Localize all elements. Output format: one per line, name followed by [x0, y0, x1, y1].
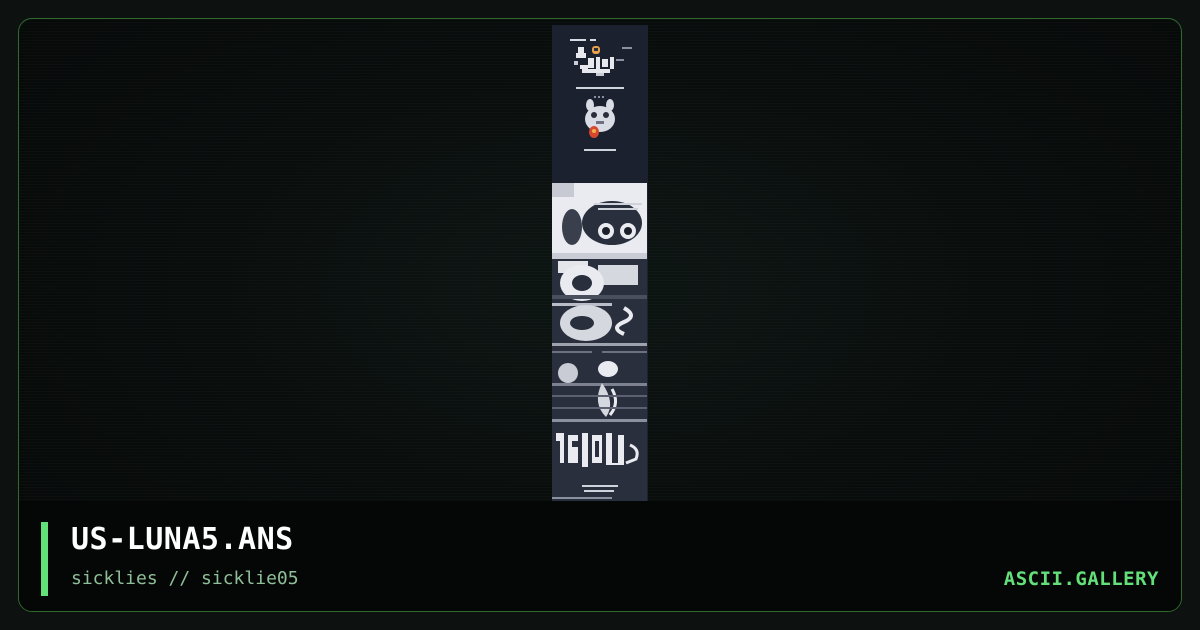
- artwork-body-graphic: [552, 183, 647, 501]
- card-frame: US-LUNA5.ANS sicklies // sicklie05 ASCII…: [18, 18, 1182, 612]
- artwork-header-graphic: [570, 39, 632, 151]
- artwork-title: US-LUNA5.ANS: [71, 522, 294, 557]
- artwork-author: sicklies // sicklie05: [71, 568, 299, 589]
- info-bar: US-LUNA5.ANS sicklies // sicklie05 ASCII…: [19, 501, 1181, 611]
- artwork-header-section: [552, 25, 648, 183]
- artwork-thumbnail[interactable]: [552, 25, 648, 501]
- site-brand[interactable]: ASCII.GALLERY: [1004, 568, 1159, 590]
- artwork-body-section: [552, 183, 647, 501]
- accent-bar: [41, 522, 48, 596]
